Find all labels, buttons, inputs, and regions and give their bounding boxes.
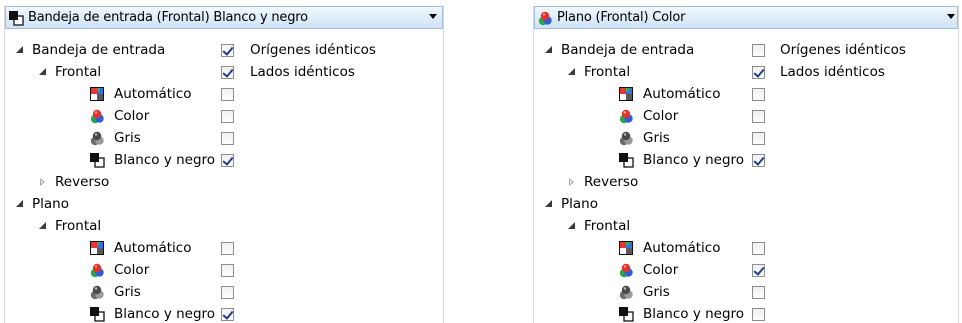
- tree-node-frontal[interactable]: Frontal: [55, 218, 101, 234]
- settings-dropdown-label: Plano (Frontal) Color: [557, 10, 686, 25]
- tree-item-gris[interactable]: Gris: [114, 130, 141, 146]
- identical-sides-label: Lados idénticos: [250, 64, 355, 80]
- black-white-mode-icon: [89, 306, 105, 322]
- tree-item-color[interactable]: Color: [114, 262, 149, 278]
- color-mode-icon: [618, 108, 634, 124]
- grayscale-mode-icon: [89, 130, 105, 146]
- automatic-mode-icon: [89, 86, 105, 102]
- tree-item-blanco-y-negro[interactable]: Blanco y negro: [114, 152, 215, 168]
- collapsed-arrow-icon[interactable]: [39, 178, 47, 186]
- tree-item-color[interactable]: Color: [643, 262, 678, 278]
- settings-dropdown-label: Bandeja de entrada (Frontal) Blanco y ne…: [28, 10, 308, 25]
- expanded-arrow-icon[interactable]: [16, 46, 24, 54]
- color-mode-icon: [89, 262, 105, 278]
- grayscale-mode-icon: [618, 130, 634, 146]
- tree-item-gris[interactable]: Gris: [643, 284, 670, 300]
- black-white-icon: [8, 10, 24, 26]
- expanded-arrow-icon[interactable]: [39, 68, 47, 76]
- tree-item-automatico[interactable]: Automático: [114, 240, 192, 256]
- expanded-arrow-icon[interactable]: [16, 200, 24, 208]
- tree-item-gris-checkbox[interactable]: [752, 286, 765, 299]
- text-cursor-icon: [443, 10, 444, 30]
- grayscale-mode-icon: [89, 284, 105, 300]
- tree-node-bandeja-de-entrada[interactable]: Bandeja de entrada: [561, 42, 694, 58]
- identical-sources-checkbox[interactable]: [752, 44, 765, 57]
- expanded-arrow-icon[interactable]: [568, 68, 576, 76]
- chevron-down-icon[interactable]: [947, 14, 955, 19]
- tree-item-automatico[interactable]: Automático: [643, 86, 721, 102]
- color-icon: [537, 10, 553, 26]
- tree-item-automatico-checkbox[interactable]: [752, 242, 765, 255]
- tree-node-frontal[interactable]: Frontal: [584, 218, 630, 234]
- identical-sources-label: Orígenes idénticos: [250, 42, 376, 58]
- identical-sources-label: Orígenes idénticos: [780, 42, 906, 58]
- collapsed-arrow-icon[interactable]: [568, 178, 576, 186]
- tree-item-blanco-y-negro[interactable]: Blanco y negro: [114, 306, 215, 322]
- tree-item-blanco-y-negro-checkbox[interactable]: [221, 308, 234, 321]
- tree-item-gris[interactable]: Gris: [114, 284, 141, 300]
- tree-item-blanco-y-negro-checkbox[interactable]: [752, 154, 765, 167]
- tree-item-gris-checkbox[interactable]: [752, 132, 765, 145]
- tree-node-reverso[interactable]: Reverso: [55, 174, 109, 190]
- black-white-mode-icon: [618, 306, 634, 322]
- tree-node-bandeja-de-entrada[interactable]: Bandeja de entrada: [32, 42, 165, 58]
- expanded-arrow-icon[interactable]: [568, 222, 576, 230]
- expanded-arrow-icon[interactable]: [39, 222, 47, 230]
- black-white-mode-icon: [89, 152, 105, 168]
- tree-node-frontal[interactable]: Frontal: [55, 64, 101, 80]
- expanded-arrow-icon[interactable]: [545, 200, 553, 208]
- tree-node-plano[interactable]: Plano: [32, 196, 69, 212]
- tree-item-color-checkbox[interactable]: [752, 110, 765, 123]
- scan-settings-panel-left: Bandeja de entrada (Frontal) Blanco y ne…: [4, 6, 444, 323]
- tree-node-frontal[interactable]: Frontal: [584, 64, 630, 80]
- identical-sides-checkbox[interactable]: [221, 66, 234, 79]
- tree-node-plano[interactable]: Plano: [561, 196, 598, 212]
- identical-sources-checkbox[interactable]: [221, 44, 234, 57]
- tree-item-color-checkbox[interactable]: [221, 264, 234, 277]
- tree-item-gris-checkbox[interactable]: [221, 132, 234, 145]
- scan-settings-panel-right: Plano (Frontal) Color Bandeja de entrada…: [533, 6, 959, 323]
- color-mode-icon: [618, 262, 634, 278]
- tree-item-blanco-y-negro-checkbox[interactable]: [221, 154, 234, 167]
- tree-item-blanco-y-negro[interactable]: Blanco y negro: [643, 306, 744, 322]
- color-mode-icon: [89, 108, 105, 124]
- tree-item-automatico-checkbox[interactable]: [752, 88, 765, 101]
- grayscale-mode-icon: [618, 284, 634, 300]
- tree-node-reverso[interactable]: Reverso: [584, 174, 638, 190]
- tree-item-gris-checkbox[interactable]: [221, 286, 234, 299]
- tree-item-color-checkbox[interactable]: [752, 264, 765, 277]
- tree-item-blanco-y-negro-checkbox[interactable]: [752, 308, 765, 321]
- tree-item-automatico-checkbox[interactable]: [221, 88, 234, 101]
- automatic-mode-icon: [89, 240, 105, 256]
- identical-sides-checkbox[interactable]: [752, 66, 765, 79]
- expanded-arrow-icon[interactable]: [545, 46, 553, 54]
- tree-item-automatico[interactable]: Automático: [114, 86, 192, 102]
- automatic-mode-icon: [618, 240, 634, 256]
- settings-dropdown[interactable]: Bandeja de entrada (Frontal) Blanco y ne…: [5, 6, 443, 29]
- tree-item-color-checkbox[interactable]: [221, 110, 234, 123]
- chevron-down-icon[interactable]: [429, 14, 437, 19]
- tree-item-gris[interactable]: Gris: [643, 130, 670, 146]
- tree-item-automatico[interactable]: Automático: [643, 240, 721, 256]
- black-white-mode-icon: [618, 152, 634, 168]
- identical-sides-label: Lados idénticos: [780, 64, 885, 80]
- tree-item-color[interactable]: Color: [114, 108, 149, 124]
- tree-item-color[interactable]: Color: [643, 108, 678, 124]
- automatic-mode-icon: [618, 86, 634, 102]
- tree-item-blanco-y-negro[interactable]: Blanco y negro: [643, 152, 744, 168]
- settings-dropdown[interactable]: Plano (Frontal) Color: [534, 6, 958, 29]
- tree-item-automatico-checkbox[interactable]: [221, 242, 234, 255]
